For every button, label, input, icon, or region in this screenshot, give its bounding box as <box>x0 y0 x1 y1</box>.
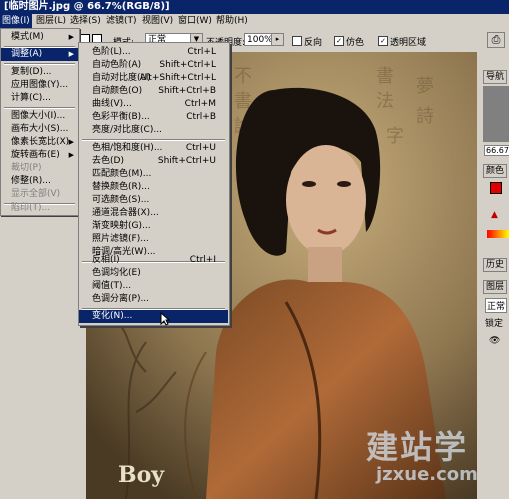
tab-navigator[interactable]: 导航 <box>483 70 508 84</box>
menu-item-hue-saturation[interactable]: 色相/饱和度(H)... Ctrl+U <box>79 142 228 155</box>
print-icon[interactable]: ⎙ <box>487 32 505 48</box>
menu-item-replace-color[interactable]: 替换颜色(R)... <box>79 181 228 194</box>
menu-item-levels[interactable]: 色阶(L)... Ctrl+L <box>79 46 228 59</box>
menu-item-auto-contrast[interactable]: 自动对比度(U) Alt+Shift+Ctrl+L <box>79 72 228 85</box>
svg-text:字: 字 <box>386 126 404 147</box>
menu-item-invert[interactable]: 反相(I) Ctrl+I <box>79 254 228 267</box>
menu-item-match-color[interactable]: 匹配颜色(M)... <box>79 168 228 181</box>
menu-separator <box>4 107 75 109</box>
menu-item-desaturate[interactable]: 去色(D) Shift+Ctrl+U <box>79 155 228 168</box>
chevron-right-icon: ▶ <box>68 138 74 146</box>
signature-logo: Boy <box>118 462 165 488</box>
reverse-checkbox[interactable] <box>292 36 302 46</box>
svg-text:書: 書 <box>376 66 394 87</box>
menu-view[interactable]: 视图(V) <box>140 14 175 28</box>
menu-separator <box>4 63 75 65</box>
menu-item-brightness-contrast[interactable]: 亮度/对比度(C)... <box>79 124 228 137</box>
dither-label: 仿色 <box>346 38 365 48</box>
menu-item-image-size[interactable]: 图像大小(I)... <box>1 110 78 123</box>
menu-item-selective-color[interactable]: 可选颜色(S)... <box>79 194 228 207</box>
menu-bar: 图像(I) 图层(L) 选择(S) 滤镜(T) 视图(V) 窗口(W) 帮助(H… <box>0 14 509 29</box>
navigator-preview <box>483 86 509 142</box>
menu-item-canvas-size[interactable]: 画布大小(S)... <box>1 123 78 136</box>
chevron-right-icon: ▶ <box>68 151 74 159</box>
menu-item-calculations[interactable]: 计算(C)... <box>1 92 78 105</box>
menu-item-auto-levels[interactable]: 自动色阶(A) Shift+Ctrl+L <box>79 59 228 72</box>
menu-layer[interactable]: 图层(L) <box>34 14 68 28</box>
mouse-cursor-icon <box>160 312 170 326</box>
menu-item-trim[interactable]: 修整(R)... <box>1 175 78 188</box>
chevron-right-icon: ▶ <box>68 50 74 58</box>
svg-text:夢: 夢 <box>416 76 434 97</box>
tab-history[interactable]: 历史 <box>483 258 508 272</box>
menu-item-photo-filter[interactable]: 照片滤镜(F)... <box>79 233 228 246</box>
menu-item-equalize[interactable]: 色调均化(E) <box>79 267 228 280</box>
zoom-value[interactable]: 66.67 <box>484 145 509 156</box>
menu-separator <box>82 139 225 141</box>
opacity-input[interactable]: 100% ▸ <box>244 33 284 46</box>
menu-item-crop: 裁切(P) <box>11 163 42 173</box>
menu-filter[interactable]: 滤镜(T) <box>104 14 139 28</box>
menu-item-auto-color[interactable]: 自动颜色(O) Shift+Ctrl+B <box>79 85 228 98</box>
reverse-label: 反向 <box>304 38 323 48</box>
opacity-value: 100% <box>247 35 273 45</box>
chevron-right-icon: ▸ <box>271 34 283 45</box>
chevron-right-icon: ▶ <box>68 33 74 41</box>
menu-item-posterize[interactable]: 色调分离(P)... <box>79 293 228 306</box>
window-title: [临时图片.jpg @ 66.7%(RGB/8)] <box>4 1 170 12</box>
watermark-url: jzxue.com <box>376 464 477 485</box>
menu-item-trap: 陷印(T)... <box>11 203 51 213</box>
dither-checkbox[interactable]: ✓ <box>334 36 344 46</box>
lock-label: 锁定 <box>485 319 504 329</box>
menu-select[interactable]: 选择(S) <box>68 14 103 28</box>
menu-item-color-balance[interactable]: 色彩平衡(B)... Ctrl+B <box>79 111 228 124</box>
image-menu-dropdown: 模式(M) ▶ 调整(A) ▶ 复制(D)... 应用图像(Y)... 计算(C).… <box>0 28 80 216</box>
eye-icon[interactable]: 👁 <box>489 336 500 346</box>
menu-item-mode[interactable]: 模式(M) ▶ <box>1 31 78 44</box>
menu-item-variations[interactable]: 变化(N)... <box>79 310 228 323</box>
menu-item-duplicate[interactable]: 复制(D)... <box>1 66 78 79</box>
foreground-color-swatch[interactable] <box>490 182 502 194</box>
color-ramp[interactable] <box>487 230 509 238</box>
menu-item-rotate-canvas[interactable]: 旋转画布(E) ▶ <box>1 149 78 162</box>
layer-blend-mode[interactable]: 正常 <box>485 298 508 313</box>
transparency-label: 透明区域 <box>390 38 427 48</box>
right-panels: 导航 66.67 颜色 ▲ 历史 图层 正常 锁定 👁 <box>477 52 509 499</box>
menu-item-adjust[interactable]: 调整(A) ▶ <box>1 48 78 61</box>
tab-color[interactable]: 颜色 <box>483 164 508 178</box>
menu-image[interactable]: 图像(I) <box>0 14 32 28</box>
left-panel <box>0 214 86 499</box>
svg-text:法: 法 <box>376 91 394 112</box>
menu-window[interactable]: 窗口(W) <box>176 14 214 28</box>
menu-item-curves[interactable]: 曲线(V)... Ctrl+M <box>79 98 228 111</box>
warning-icon: ▲ <box>491 210 498 220</box>
menu-item-apply-image[interactable]: 应用图像(Y)... <box>1 79 78 92</box>
adjust-submenu: 色阶(L)... Ctrl+L 自动色阶(A) Shift+Ctrl+L 自动对比度… <box>78 42 230 326</box>
menu-item-pixel-aspect[interactable]: 像素长宽比(X) ▶ <box>1 136 78 149</box>
menu-help[interactable]: 帮助(H) <box>214 14 250 28</box>
watermark-logo: 建站学 <box>366 428 469 466</box>
transparency-checkbox[interactable]: ✓ <box>378 36 388 46</box>
svg-text:詩: 詩 <box>416 106 434 127</box>
tab-layers[interactable]: 图层 <box>483 280 508 294</box>
menu-item-reveal-all: 显示全部(V) <box>11 189 61 199</box>
svg-text:不: 不 <box>234 66 252 87</box>
window-title-bar: [临时图片.jpg @ 66.7%(RGB/8)] <box>0 0 509 14</box>
menu-item-gradient-map[interactable]: 渐变映射(G)... <box>79 220 228 233</box>
menu-item-threshold[interactable]: 阈值(T)... <box>79 280 228 293</box>
menu-item-channel-mixer[interactable]: 通道混合器(X)... <box>79 207 228 220</box>
